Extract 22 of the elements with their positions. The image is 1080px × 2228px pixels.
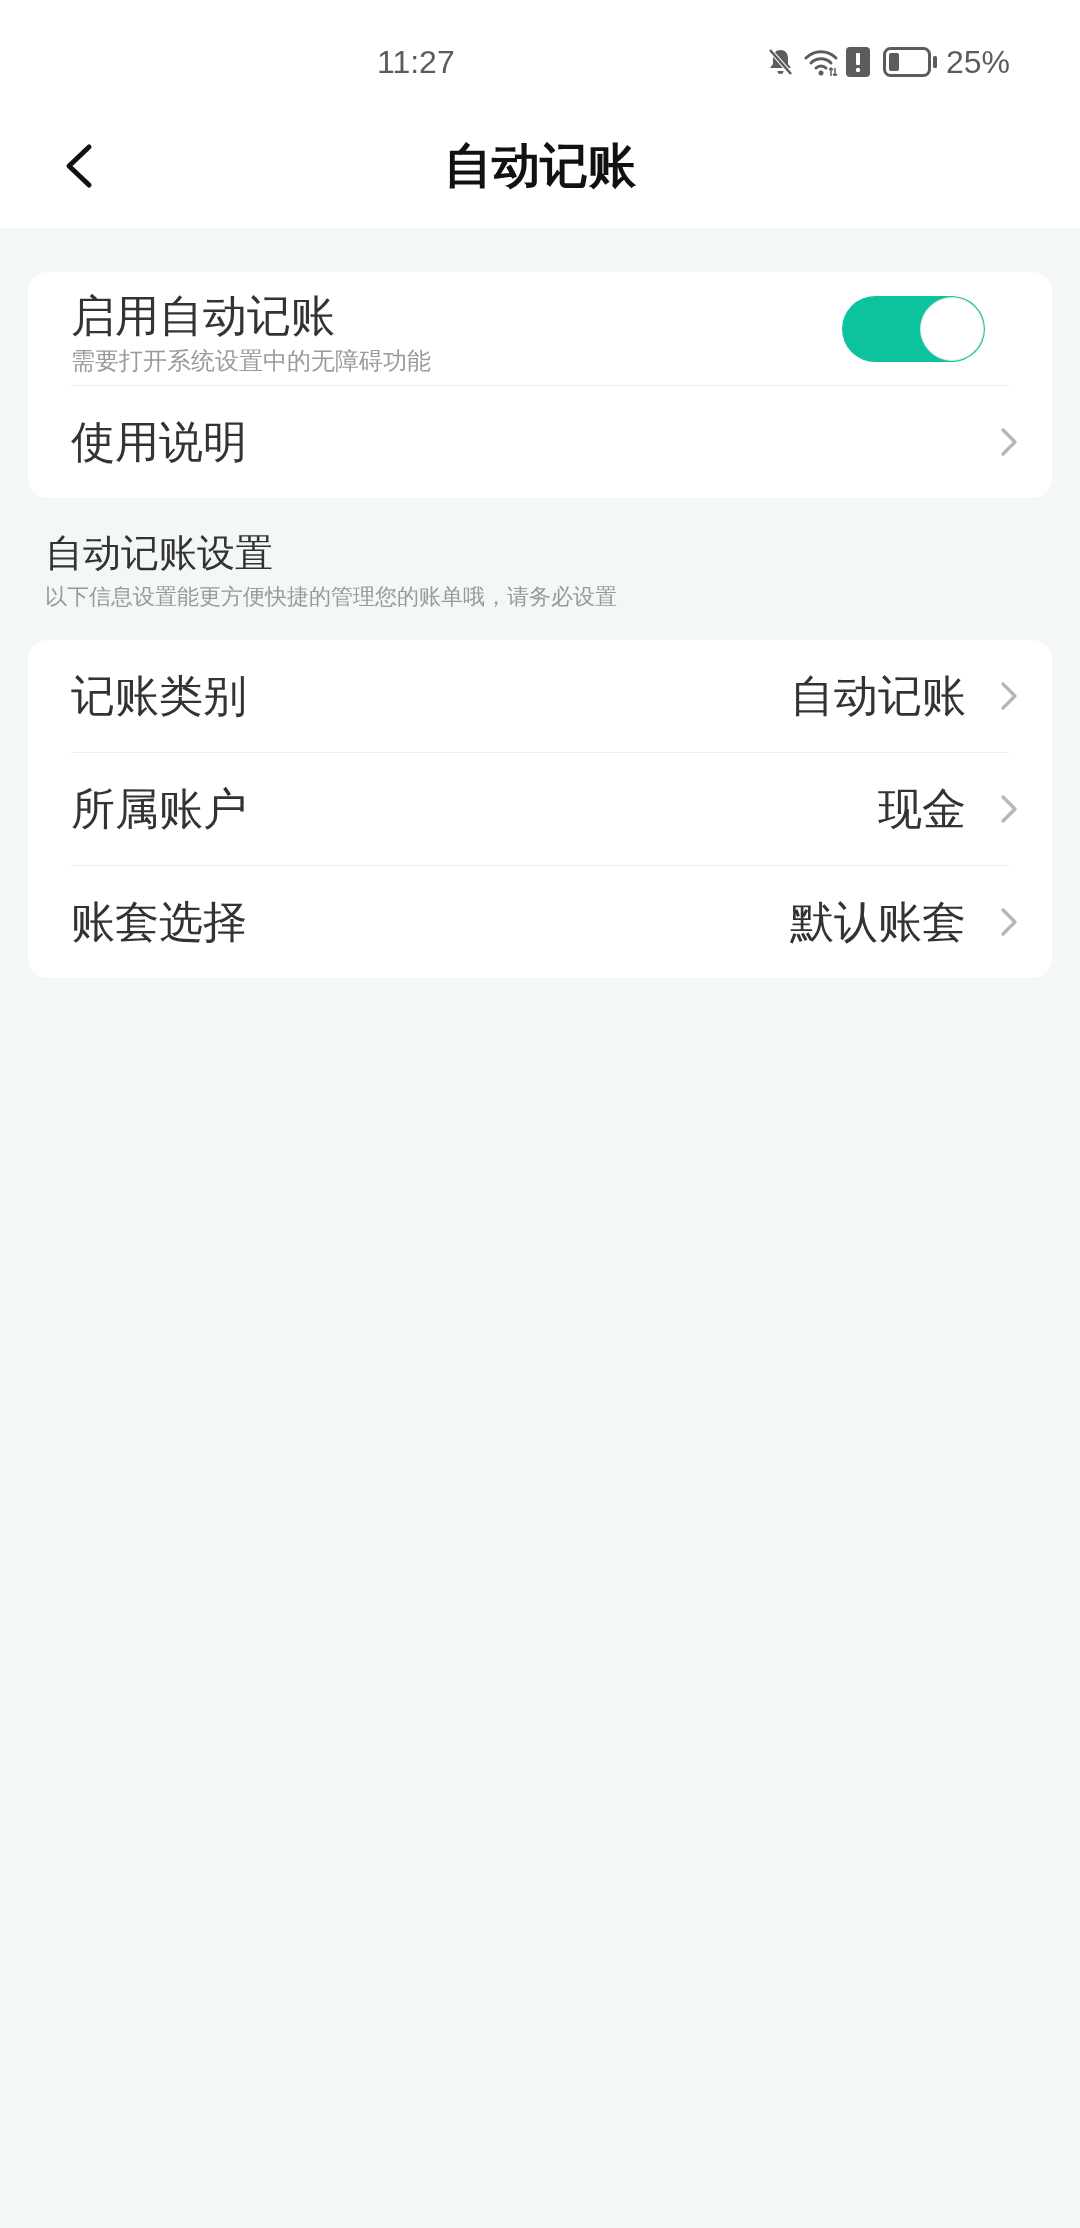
setting-value: 自动记账 [790,670,966,722]
setting-value: 默认账套 [790,896,966,948]
chevron-right-icon[interactable] [999,681,1019,711]
setting-label[interactable]: 账套选择 [71,896,247,948]
status-time: 11:27 [377,43,455,82]
setting-label[interactable]: 使用说明 [71,416,247,468]
setting-label[interactable]: 记账类别 [71,670,247,722]
wifi-icon [803,48,838,76]
section-title: 自动记账设置 [45,531,273,576]
chevron-right-icon[interactable] [999,907,1019,937]
setting-label: 启用自动记账 [71,291,336,341]
bell-off-icon [766,47,794,77]
chevron-right-icon[interactable] [999,794,1019,824]
section-subtitle: 以下信息设置能更方便快捷的管理您的账单哦，请务必设置 [45,583,617,611]
battery-icon [882,47,937,77]
alert-icon [845,47,870,77]
setting-hint: 需要打开系统设置中的无障碍功能 [71,346,431,376]
setting-value: 现金 [878,783,966,835]
setting-label[interactable]: 所属账户 [71,783,247,835]
battery-percent: 25% [945,43,1010,82]
page-title: 自动记账 [444,138,636,194]
chevron-right-icon[interactable] [999,427,1019,457]
